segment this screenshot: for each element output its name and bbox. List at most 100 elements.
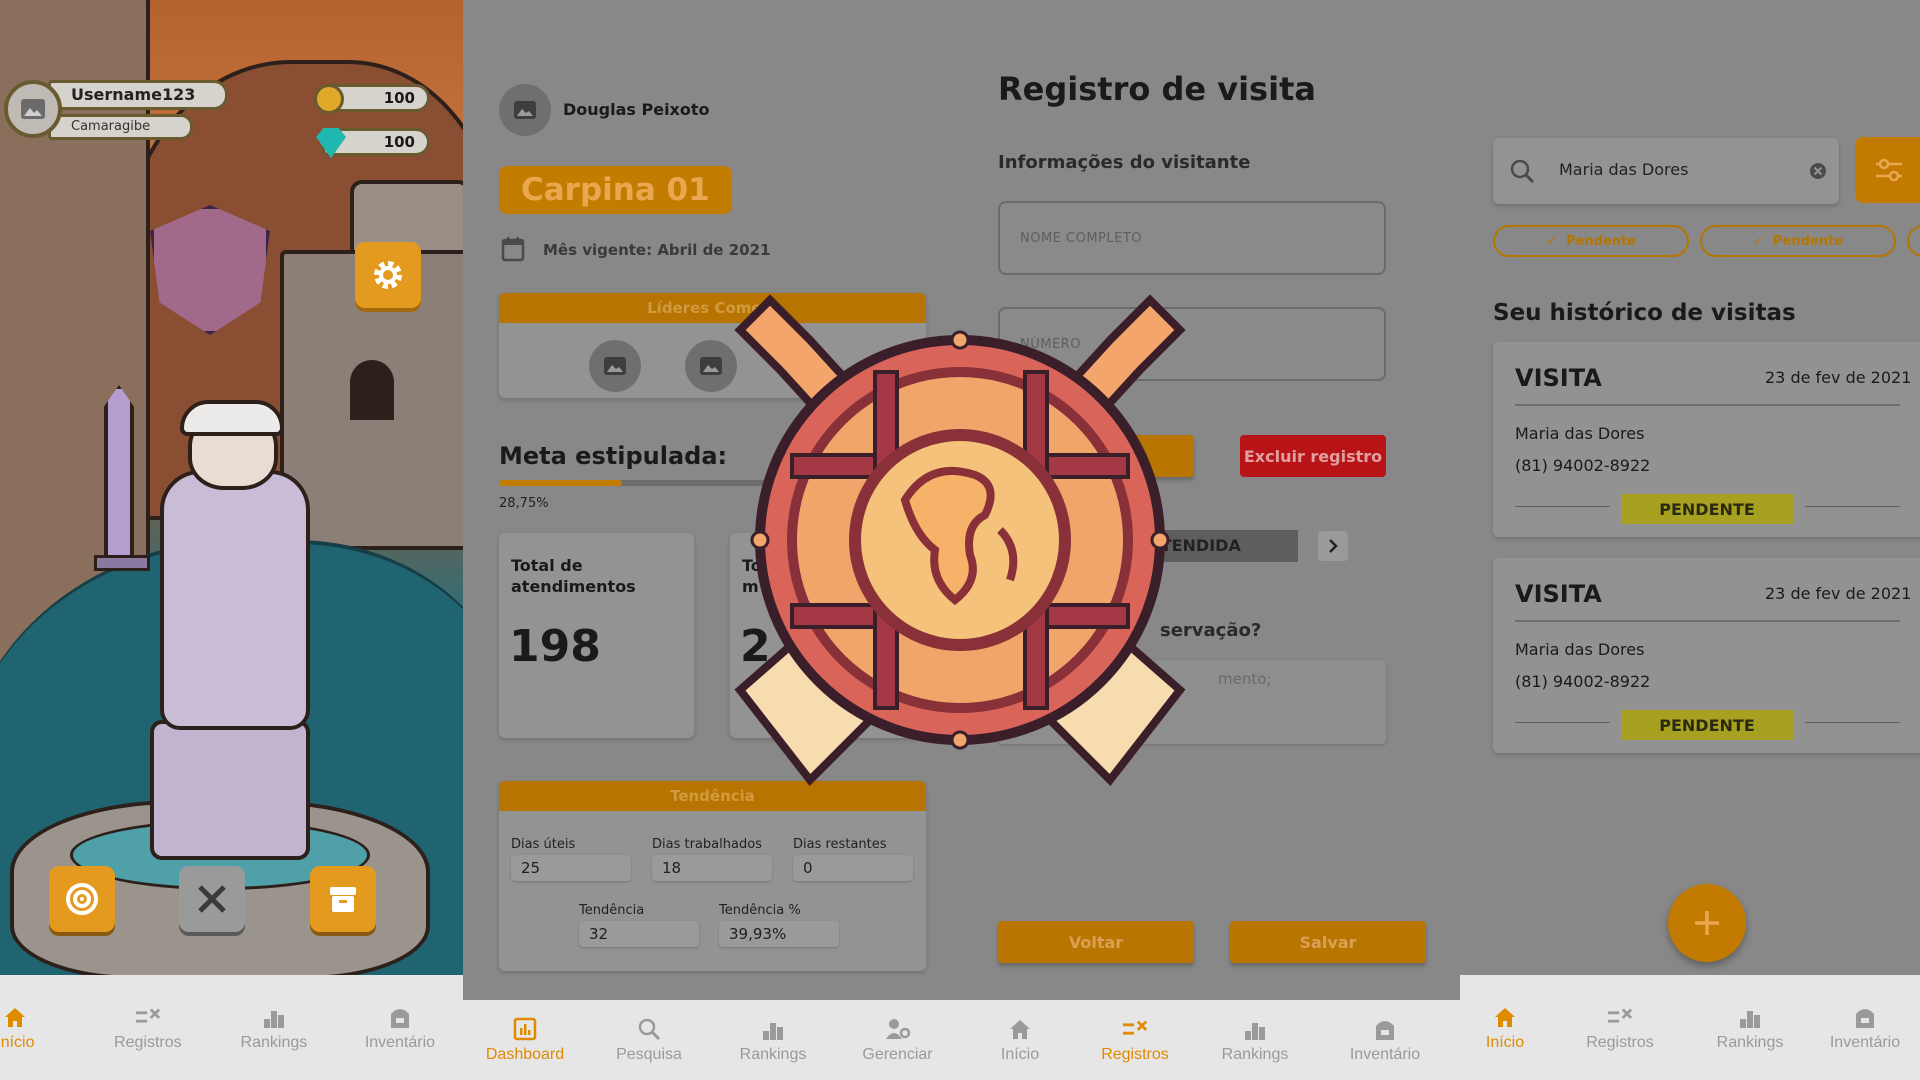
visitor-name: Maria das Dores [1515, 640, 1645, 659]
total-value: 198 [509, 621, 601, 672]
username-label: Username123 [48, 80, 228, 110]
nav-label: Início [0, 1033, 35, 1051]
search-icon [1510, 159, 1535, 184]
settings-button[interactable] [355, 242, 421, 308]
knight-character[interactable] [160, 470, 310, 730]
nav-rankings[interactable]: Rankings [711, 1016, 835, 1064]
current-month: Mês vigente: Abril de 2021 [543, 241, 771, 259]
delete-record-button[interactable]: Excluir registro [1240, 435, 1386, 477]
chip-label: Pendente [1772, 233, 1843, 249]
store-title: Carpina 01 [499, 166, 732, 214]
nav-inicio[interactable]: Início [0, 1004, 35, 1052]
status-badge: PENDENTE [1621, 710, 1793, 740]
back-button[interactable]: Voltar [998, 921, 1194, 963]
missions-button[interactable] [49, 866, 115, 932]
visitor-phone: (81) 94002-8922 [1515, 672, 1651, 691]
filter-button[interactable] [1855, 137, 1920, 203]
nav-inventario[interactable]: Inventário [1815, 1004, 1915, 1052]
search-input[interactable]: Maria das Dores [1559, 160, 1688, 179]
target-icon [66, 883, 98, 915]
chevron-right-icon [1329, 539, 1338, 553]
rankings-icon [1242, 1016, 1268, 1042]
nav-label: Pesquisa [616, 1046, 682, 1063]
nav-registros[interactable]: Registros [1080, 1016, 1190, 1064]
tendencia-value: 32 [579, 921, 699, 947]
save-button[interactable]: Salvar [1230, 921, 1426, 963]
nav-gerenciar[interactable]: Gerenciar [835, 1016, 960, 1064]
knight-legs [150, 720, 310, 860]
castle-door [350, 360, 394, 420]
dias-trabalhados-value: 18 [652, 855, 772, 881]
visit-card[interactable]: VISITA 23 de fev de 2021 Maria das Dores… [1493, 342, 1920, 537]
divider [1805, 722, 1900, 723]
nav-label: Rankings [1221, 1046, 1289, 1063]
sword [104, 385, 134, 565]
nav-label: Início [1485, 1033, 1525, 1051]
clear-icon[interactable] [1809, 162, 1827, 180]
nav-rankings[interactable]: Rankings [1685, 1004, 1815, 1052]
add-visit-button[interactable] [1668, 884, 1746, 962]
user-name: Douglas Peixoto [563, 100, 710, 119]
registros-icon [1607, 1004, 1633, 1030]
storage-button[interactable] [310, 866, 376, 932]
battle-button[interactable] [179, 866, 245, 932]
nav-label: Gerenciar [862, 1046, 933, 1063]
history-title: Seu histórico de visitas [1493, 300, 1796, 326]
visitor-name: Maria das Dores [1515, 424, 1645, 443]
nav-rankings[interactable]: Rankings [211, 1004, 337, 1052]
tendencia-pct-label: Tendência % [719, 903, 801, 918]
registros-icon [1122, 1016, 1148, 1042]
crossed-swords-icon [198, 885, 226, 913]
visit-date: 23 de fev de 2021 [1765, 368, 1912, 387]
full-name-input[interactable]: NOME COMPLETO [998, 201, 1386, 275]
nav-label: Registros [1101, 1046, 1169, 1063]
dias-uteis-label: Dias úteis [511, 837, 576, 852]
nav-inventario[interactable]: Inventário [1320, 1016, 1450, 1064]
search-box[interactable]: Maria das Dores [1493, 138, 1839, 204]
status-badge: PENDENTE [1621, 494, 1793, 524]
total-label: Total de atendimentos [511, 556, 636, 596]
total-card: Total de atendimentos 198 [499, 533, 694, 738]
dashboard-icon [512, 1016, 538, 1042]
home-icon [2, 1004, 28, 1030]
rankings-icon [1737, 1004, 1763, 1030]
goal-progress-fill [499, 480, 622, 486]
list-bottom-nav: Início Registros Rankings Inventário [1460, 975, 1920, 1080]
dias-trabalhados-label: Dias trabalhados [652, 837, 762, 852]
inventory-icon [1372, 1016, 1398, 1042]
dashboard-bottom-nav: Dashboard Pesquisa Rankings Gerenciar [463, 1000, 960, 1080]
divider [1515, 620, 1900, 622]
user-avatar[interactable] [499, 84, 551, 136]
nav-label: Rankings [240, 1033, 308, 1051]
nav-dashboard[interactable]: Dashboard [463, 1016, 587, 1064]
search-icon [636, 1016, 662, 1042]
nav-registros[interactable]: Registros [1555, 1004, 1685, 1052]
nav-inicio[interactable]: Início [1455, 1004, 1555, 1052]
dias-restantes-value: 0 [793, 855, 913, 881]
nav-inicio[interactable]: Início [960, 1016, 1080, 1064]
filter-chip-partial[interactable] [1907, 225, 1920, 257]
filter-chip-pendente[interactable]: ✓ Pendente [1493, 225, 1689, 257]
calendar-icon [501, 236, 525, 266]
nav-pesquisa[interactable]: Pesquisa [587, 1016, 711, 1064]
player-avatar[interactable] [4, 80, 62, 138]
divider [1515, 506, 1610, 507]
status-next-button[interactable] [1318, 531, 1348, 561]
nav-inventario[interactable]: Inventário [337, 1004, 463, 1052]
visit-history-screen: Maria das Dores ✓ Pendente ✓ Pendente Se… [1460, 0, 1920, 1080]
dias-restantes-label: Dias restantes [793, 837, 887, 852]
rankings-icon [261, 1004, 287, 1030]
visitor-section-title: Informações do visitante [998, 152, 1251, 173]
visit-card[interactable]: VISITA 23 de fev de 2021 Maria das Dores… [1493, 558, 1920, 753]
filter-sliders-icon [1876, 158, 1902, 182]
leader-avatar[interactable] [589, 340, 641, 392]
filter-chip-pendente[interactable]: ✓ Pendente [1700, 225, 1896, 257]
home-icon [1492, 1004, 1518, 1030]
nav-label: Registros [1586, 1033, 1654, 1051]
image-placeholder-icon [21, 99, 45, 119]
gear-icon [374, 261, 402, 289]
image-placeholder-icon [514, 101, 536, 119]
nav-registros[interactable]: Registros [85, 1004, 211, 1052]
sword-guard [94, 555, 150, 571]
nav-rankings[interactable]: Rankings [1190, 1016, 1320, 1064]
